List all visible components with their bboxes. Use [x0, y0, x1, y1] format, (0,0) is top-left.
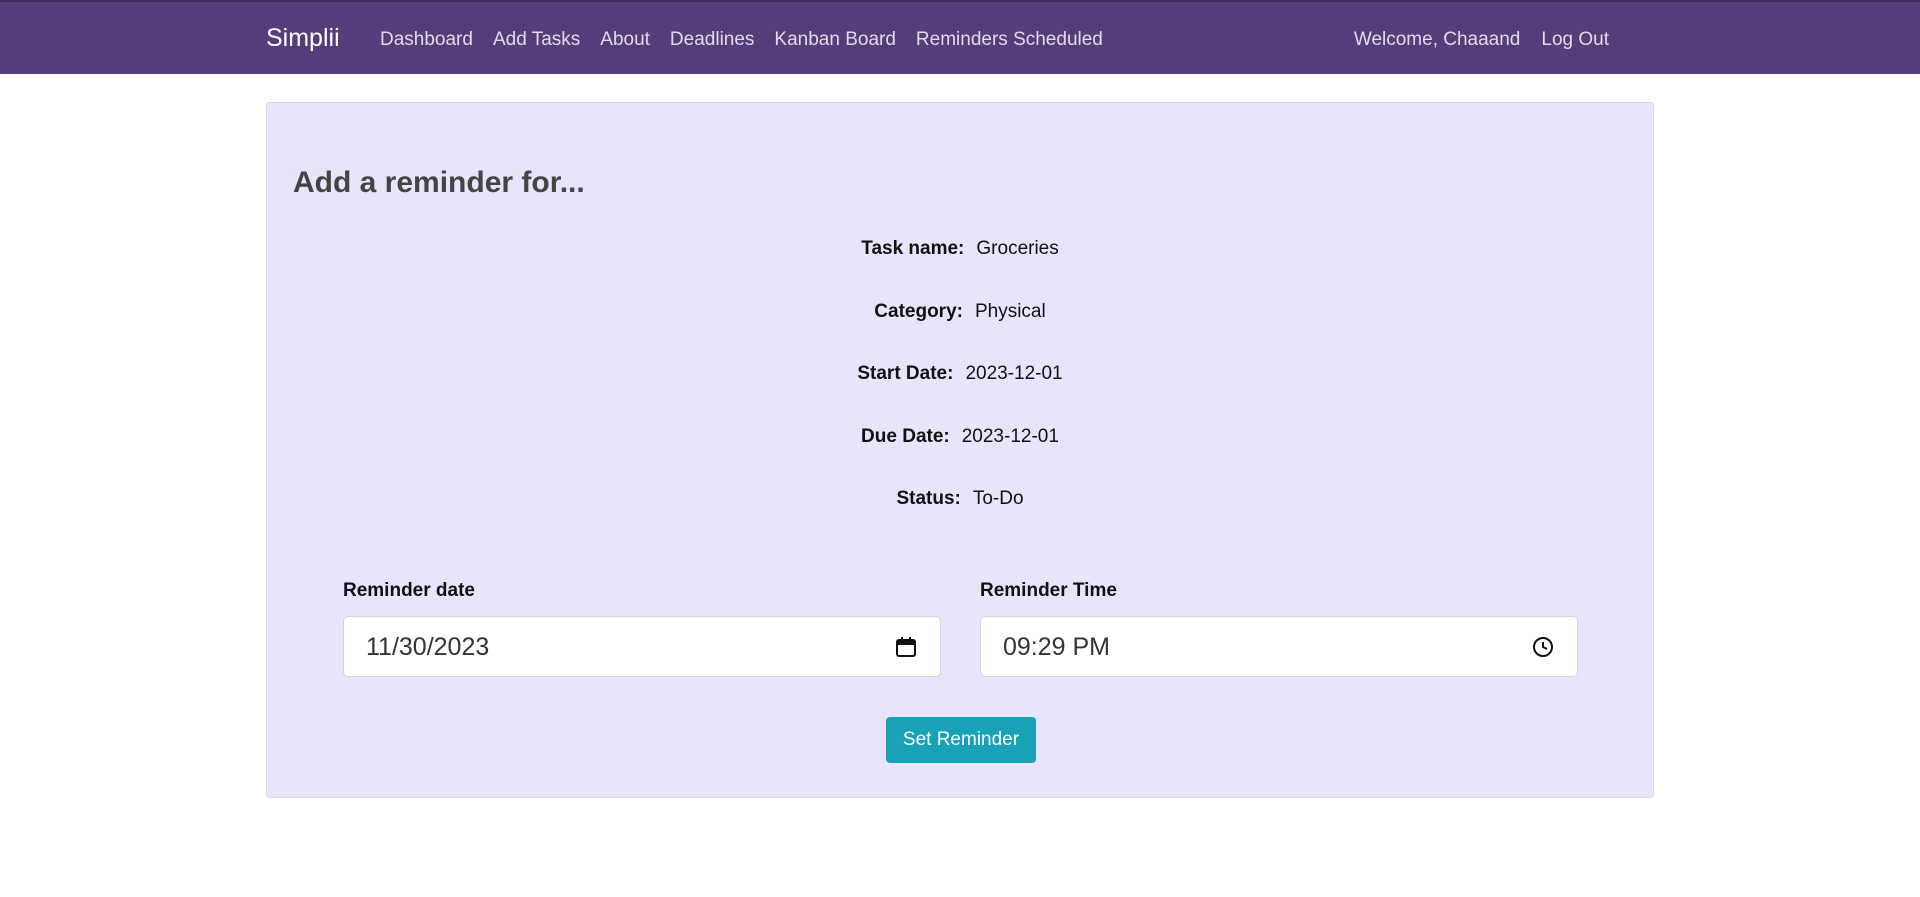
detail-label: Due Date: [861, 426, 950, 447]
top-navbar: Simplii Dashboard Add Tasks About Deadli… [0, 0, 1920, 74]
calendar-icon[interactable] [894, 635, 918, 659]
reminder-time-value: 09:29 PM [1003, 633, 1111, 661]
detail-due-date: Due Date: 2023-12-01 [267, 424, 1653, 450]
detail-value: 2023-12-01 [961, 426, 1059, 447]
detail-value: Physical [974, 301, 1046, 322]
set-reminder-button[interactable]: Set Reminder [886, 717, 1036, 763]
detail-task-name: Task name: Groceries [267, 236, 1653, 262]
reminder-date-input[interactable]: 11/30/2023 [343, 616, 941, 677]
reminder-card: Add a reminder for... Task name: Grocerie… [266, 102, 1654, 798]
nav-link-dashboard[interactable]: Dashboard [380, 26, 473, 54]
nav-link-reminders-scheduled[interactable]: Reminders Scheduled [916, 26, 1103, 54]
detail-label: Task name: [861, 238, 965, 259]
nav-user-area: Welcome, Chaaand Log Out [1354, 26, 1609, 54]
detail-value: To-Do [972, 488, 1024, 509]
detail-value: 2023-12-01 [965, 363, 1063, 384]
welcome-text[interactable]: Welcome, Chaaand [1354, 26, 1521, 54]
nav-link-add-tasks[interactable]: Add Tasks [493, 26, 580, 54]
detail-label: Category: [874, 301, 963, 322]
nav-link-deadlines[interactable]: Deadlines [670, 26, 755, 54]
detail-value: Groceries [976, 238, 1059, 259]
detail-status: Status: To-Do [267, 486, 1653, 512]
detail-label: Status: [896, 488, 961, 509]
reminder-time-input[interactable]: 09:29 PM [980, 616, 1578, 677]
clock-icon[interactable] [1531, 635, 1555, 659]
reminder-date-value: 11/30/2023 [366, 633, 490, 661]
reminder-date-label: Reminder date [343, 580, 475, 601]
detail-start-date: Start Date: 2023-12-01 [267, 361, 1653, 387]
brand-logo[interactable]: Simplii [266, 22, 340, 54]
nav-link-kanban-board[interactable]: Kanban Board [774, 26, 896, 54]
nav-link-about[interactable]: About [600, 26, 650, 54]
page-title: Add a reminder for... [293, 166, 585, 199]
reminder-time-label: Reminder Time [980, 580, 1117, 601]
logout-link[interactable]: Log Out [1541, 26, 1609, 54]
nav-links: Dashboard Add Tasks About Deadlines Kanb… [380, 26, 1103, 54]
detail-label: Start Date: [857, 363, 954, 384]
detail-category: Category: Physical [267, 299, 1653, 325]
